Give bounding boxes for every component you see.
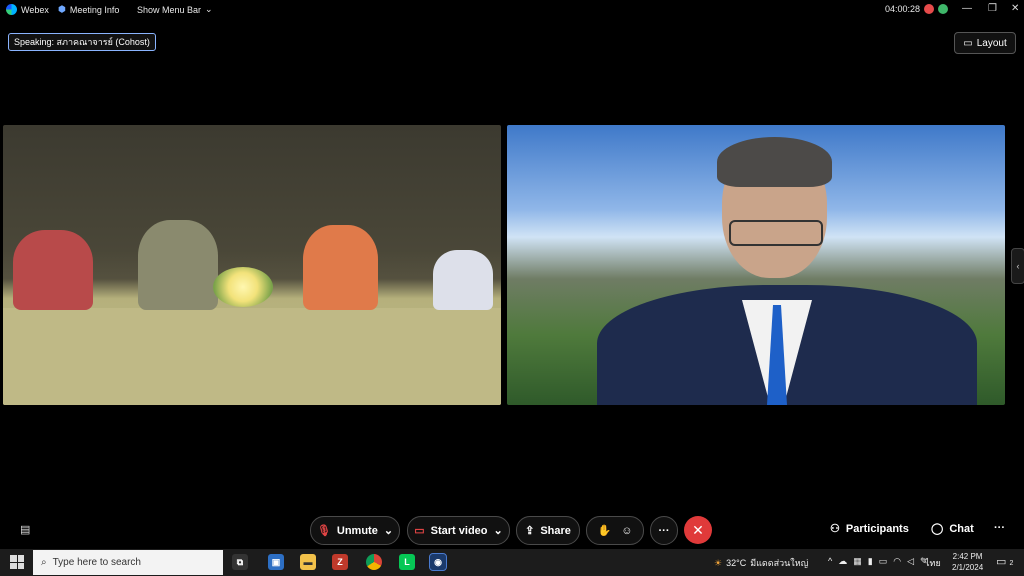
desktop-app-icon[interactable]: ▣ [268,554,284,570]
system-tray: ^ ☁ ▦ ▮ ▭ ◠ ◁ ✎ [828,556,928,567]
clock-time: 2:42 PM [952,552,983,561]
emoji-reaction-icon[interactable]: ☺ [621,525,632,537]
participant-figure [303,225,378,310]
unmute-label: Unmute [336,524,378,537]
weather-temp: 32°C [726,558,747,568]
layout-button[interactable]: ▭ Layout [954,32,1016,54]
end-call-button[interactable]: ✕ [684,516,712,544]
speaker-hair [717,137,832,187]
cloud-icon[interactable]: ☁ [838,556,847,567]
chevron-left-icon: ‹ [1016,261,1020,271]
input-language[interactable]: ไทย [925,556,941,570]
chrome-icon[interactable] [366,554,382,570]
participant-figure [433,250,493,310]
connection-status-icon [938,4,949,14]
unmute-button[interactable]: 🎙 Unmute ⌄ [310,516,400,545]
clock[interactable]: 2:42 PM 2/1/2024 [952,551,983,573]
webex-app-label: Webex [6,4,49,15]
windows-logo-icon [10,562,17,569]
speaking-indicator: Speaking: สภาคณาจารย์ (Cohost) [8,33,156,51]
clock-date: 2/1/2024 [952,563,984,572]
speaker-glasses [729,220,823,246]
meeting-info-label: Meeting Info [69,4,120,15]
file-explorer-icon[interactable]: ▬ [300,554,316,570]
microphone-icon[interactable]: ▮ [868,556,873,567]
captions-icon[interactable]: ▤ [20,523,30,536]
app-name: Webex [21,4,49,15]
participants-button[interactable]: ⚇ Participants [830,522,909,536]
reactions-group: ✋ ☺ [586,516,644,545]
chevron-down-icon: ⌄ [205,4,213,14]
share-label: Share [540,524,571,537]
participant-figure [13,230,93,310]
chat-button[interactable]: ◯ Chat [931,522,974,536]
shield-icon: ⬢ [58,4,66,14]
task-view-icon[interactable]: ⧉ [232,554,248,570]
layout-icon: ▭ [963,37,973,49]
search-icon: ⌕ [41,557,47,568]
chevron-down-icon: ⌄ [493,525,503,537]
notification-icon: ▭ [996,556,1007,568]
minimize-button[interactable]: — [962,3,972,14]
meeting-timer: 04:00:28 [885,4,949,14]
notification-count: 2 [1009,560,1014,567]
side-panel-handle[interactable]: ‹ [1011,248,1024,284]
participant-figure [138,220,218,310]
search-placeholder: Type here to search [52,557,141,568]
line-app-icon[interactable]: L [399,554,415,570]
video-off-icon: ▭ [414,525,425,537]
language-label: ไทย [925,558,941,568]
webex-logo-icon [6,4,17,15]
windows-logo-icon [10,555,17,562]
wifi-icon[interactable]: ◠ [893,556,901,567]
weather-widget[interactable]: ☀ 32°C มีแดดส่วนใหญ่ [714,556,808,570]
restore-button[interactable]: ❐ [988,3,997,14]
more-options-label: ··· [658,524,670,537]
notification-center-button[interactable]: ▭ 2 [996,555,1013,568]
windows-logo-icon [17,562,24,569]
mic-muted-icon: 🎙 [316,525,331,537]
chat-label: Chat [949,522,974,535]
sun-cloud-icon: ☀ [714,557,723,568]
participants-label: Participants [845,522,909,535]
overflow-menu-button[interactable]: ··· [994,522,1005,534]
network-icon[interactable]: ▦ [853,556,862,567]
video-tile-speaker[interactable] [507,125,1005,405]
video-tile-room[interactable] [3,125,501,405]
filezilla-icon[interactable]: Z [332,554,348,570]
overflow-label: ··· [994,522,1005,534]
show-menu-bar-button[interactable]: Show Menu Bar ⌄ [137,4,213,15]
speaking-label: Speaking: สภาคณาจารย์ (Cohost) [14,37,150,47]
webex-taskbar-icon[interactable]: ◉ [429,553,447,571]
weather-desc: มีแดดส่วนใหญ่ [750,558,809,568]
person-icon: ⚇ [830,523,840,535]
raise-hand-icon[interactable]: ✋ [598,524,612,537]
flower-arrangement [213,267,273,307]
taskbar-search[interactable]: ⌕ Type here to search [33,550,223,575]
timer-text: 04:00:28 [885,4,921,14]
close-window-button[interactable]: ✕ [1011,3,1019,14]
more-options-button[interactable]: ··· [650,516,678,545]
show-menu-bar-label: Show Menu Bar [137,4,202,15]
start-video-button[interactable]: ▭ Start video ⌄ [407,516,510,545]
layout-label: Layout [976,37,1007,49]
windows-logo-icon [17,555,24,562]
windows-start-button[interactable] [10,555,24,569]
share-icon: ⇪ [525,525,535,537]
recording-indicator-icon [924,4,935,14]
speaker-icon[interactable]: ◁ [907,556,914,567]
chevron-down-icon: ⌄ [383,525,394,537]
meeting-info-button[interactable]: ⬢ Meeting Info [58,4,119,15]
share-button[interactable]: ⇪ Share [516,516,580,545]
chat-bubble-icon: ◯ [931,523,944,535]
battery-icon[interactable]: ▭ [879,556,888,567]
room-table [3,308,501,405]
chevron-up-icon[interactable]: ^ [828,556,832,567]
close-icon: ✕ [692,521,704,538]
start-video-label: Start video [430,524,488,537]
